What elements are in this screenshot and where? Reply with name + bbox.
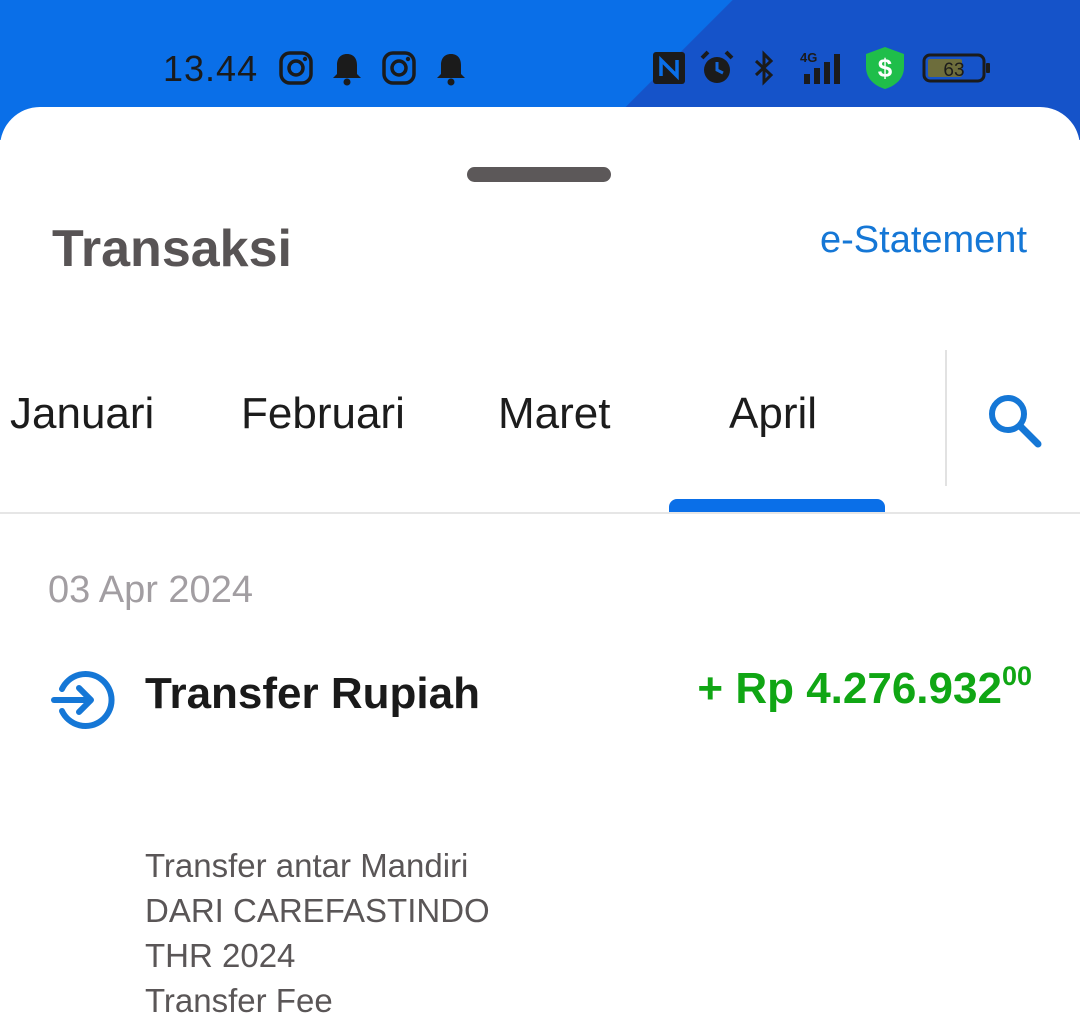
transaction-title: Transfer Rupiah <box>145 669 480 718</box>
amount-cents: 00 <box>1001 661 1032 691</box>
notification-bell-icon <box>437 54 465 86</box>
amount-value: + Rp 4.276.932 <box>697 664 1002 713</box>
page-title: Transaksi <box>52 220 292 278</box>
transaction-amount: + Rp 4.276.93200 <box>697 661 1032 714</box>
tab-maret[interactable]: Maret <box>498 389 610 439</box>
tab-april[interactable]: April <box>729 389 817 439</box>
drag-handle[interactable] <box>467 167 611 182</box>
transaction-description-line: THR 2024 <box>145 937 296 974</box>
active-tab-indicator <box>669 499 885 513</box>
signal-icon: 4G <box>800 50 840 84</box>
instagram-icon <box>279 51 313 85</box>
tabs-divider <box>945 350 947 486</box>
battery-icon: 63 <box>922 53 990 83</box>
notification-bell-icon <box>333 54 361 86</box>
transaction-date-header: 03 Apr 2024 <box>48 569 253 611</box>
battery-level: 63 <box>943 60 964 81</box>
alarm-icon <box>700 50 734 83</box>
nfc-icon <box>653 52 685 84</box>
transaction-description-line: Transfer Fee <box>145 982 333 1019</box>
bluetooth-icon <box>754 50 774 86</box>
transactions-sheet: Transaksi e-Statement Januari Februari M… <box>0 107 1080 1019</box>
instagram-icon <box>382 51 416 85</box>
tab-februari[interactable]: Februari <box>241 389 405 439</box>
tab-januari[interactable]: Januari <box>10 389 154 439</box>
search-icon[interactable] <box>984 390 1044 450</box>
transfer-in-icon <box>51 671 115 729</box>
money-shield-icon: $ <box>866 47 904 89</box>
status-time: 13.44 <box>163 48 259 89</box>
tabs-border <box>0 512 1080 514</box>
transaction-description-line: DARI CAREFASTINDO <box>145 892 490 929</box>
transaction-description-line: Transfer antar Mandiri <box>145 847 469 884</box>
network-label: 4G <box>800 50 817 65</box>
e-statement-link[interactable]: e-Statement <box>820 219 1027 262</box>
svg-text:$: $ <box>878 53 893 83</box>
